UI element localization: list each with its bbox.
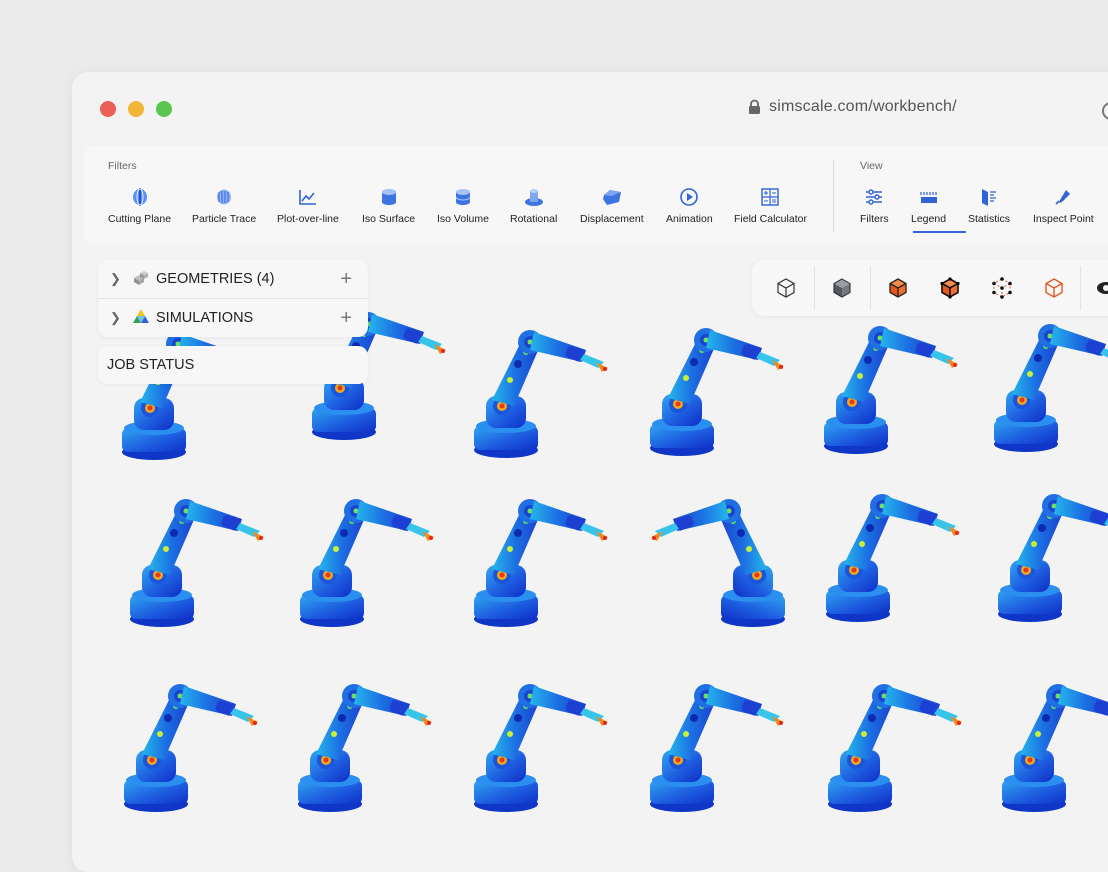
url-text: simscale.com/workbench/ xyxy=(769,98,957,115)
reload-icon[interactable] xyxy=(1102,102,1108,120)
plot-over-line-button[interactable]: Plot-over-line xyxy=(277,186,339,225)
legend-icon xyxy=(918,186,940,208)
view-divider xyxy=(814,266,815,310)
robot-render[interactable] xyxy=(824,326,958,454)
view-filters-button[interactable]: Filters xyxy=(860,186,889,225)
post-processing-toolbar: Filters View Cutting Plane Particle Trac… xyxy=(84,146,1108,244)
robot-render[interactable] xyxy=(650,684,784,812)
robot-render[interactable] xyxy=(298,684,432,812)
active-tab-indicator xyxy=(913,231,966,233)
view-group-title: View xyxy=(860,160,883,172)
chevron-right-icon[interactable]: ❯ xyxy=(110,271,122,287)
cube-orange-outline-icon[interactable] xyxy=(1040,274,1068,302)
minimize-window-button[interactable] xyxy=(128,101,144,117)
iso-volume-icon xyxy=(452,186,474,208)
robot-render[interactable] xyxy=(474,499,608,627)
cube-outline-icon[interactable] xyxy=(772,274,800,302)
robot-render[interactable] xyxy=(826,494,960,622)
rotational-button[interactable]: Rotational xyxy=(510,186,557,225)
rotational-icon xyxy=(523,186,545,208)
robot-render[interactable] xyxy=(474,684,608,812)
robot-render[interactable] xyxy=(651,499,785,627)
iso-surface-button[interactable]: Iso Surface xyxy=(362,186,415,225)
cube-orange-solid-icon[interactable] xyxy=(884,274,912,302)
cutting-plane-button[interactable]: Cutting Plane xyxy=(108,186,171,225)
robot-render[interactable] xyxy=(998,494,1108,622)
maximize-window-button[interactable] xyxy=(156,101,172,117)
eye-icon[interactable] xyxy=(1092,274,1108,302)
geometries-icon xyxy=(132,269,150,289)
iso-volume-button[interactable]: Iso Volume xyxy=(437,186,489,225)
particle-trace-button[interactable]: Particle Trace xyxy=(192,186,256,225)
chevron-right-icon[interactable]: ❯ xyxy=(110,310,122,326)
job-status-panel[interactable]: JOB STATUS xyxy=(98,346,368,384)
inspect-point-icon xyxy=(1052,186,1074,208)
tree-item-geometries[interactable]: ❯ GEOMETRIES (4) + xyxy=(98,260,368,298)
tree-item-simulations[interactable]: ❯ SIMULATIONS + xyxy=(98,298,368,337)
lock-icon xyxy=(748,99,761,115)
browser-window: simscale.com/workbench/ Filters View Cut… xyxy=(72,72,1108,872)
model-tree-panel: ❯ GEOMETRIES (4) + ❯ SIMULATIONS + xyxy=(98,260,368,337)
displacement-icon xyxy=(601,186,623,208)
cutting-plane-icon xyxy=(129,186,151,208)
particle-trace-icon xyxy=(213,186,235,208)
plot-over-line-icon xyxy=(297,186,319,208)
cube-solid-icon[interactable] xyxy=(828,274,856,302)
animation-icon xyxy=(678,186,700,208)
animation-button[interactable]: Animation xyxy=(666,186,713,225)
view-mode-bar xyxy=(752,260,1108,316)
address-bar[interactable]: simscale.com/workbench/ xyxy=(748,98,957,116)
iso-surface-icon xyxy=(378,186,400,208)
filters-icon xyxy=(863,186,885,208)
view-divider xyxy=(870,266,871,310)
view-divider xyxy=(1080,266,1081,310)
field-calculator-icon xyxy=(759,186,781,208)
add-geometry-button[interactable]: + xyxy=(340,268,352,291)
displacement-button[interactable]: Displacement xyxy=(580,186,644,225)
robot-render[interactable] xyxy=(130,499,264,627)
job-status-row[interactable]: JOB STATUS xyxy=(98,346,368,384)
simulation-viewport[interactable] xyxy=(72,252,1108,852)
legend-button[interactable]: Legend xyxy=(911,186,946,225)
cube-orange-edges-icon[interactable] xyxy=(936,274,964,302)
simulations-icon xyxy=(132,308,150,328)
robot-render[interactable] xyxy=(650,328,784,456)
robot-render[interactable] xyxy=(1002,684,1108,812)
close-window-button[interactable] xyxy=(100,101,116,117)
cube-points-icon[interactable] xyxy=(988,274,1016,302)
robot-render[interactable] xyxy=(828,684,962,812)
filters-group-title: Filters xyxy=(108,160,137,172)
field-calculator-button[interactable]: Field Calculator xyxy=(734,186,807,225)
robot-render[interactable] xyxy=(474,330,608,458)
statistics-icon xyxy=(978,186,1000,208)
robot-render[interactable] xyxy=(124,684,258,812)
robot-render[interactable] xyxy=(300,499,434,627)
robot-render[interactable] xyxy=(994,324,1108,452)
toolbar-divider xyxy=(833,160,834,232)
inspect-point-button[interactable]: Inspect Point xyxy=(1033,186,1094,225)
statistics-button[interactable]: Statistics xyxy=(968,186,1010,225)
add-simulation-button[interactable]: + xyxy=(340,307,352,330)
